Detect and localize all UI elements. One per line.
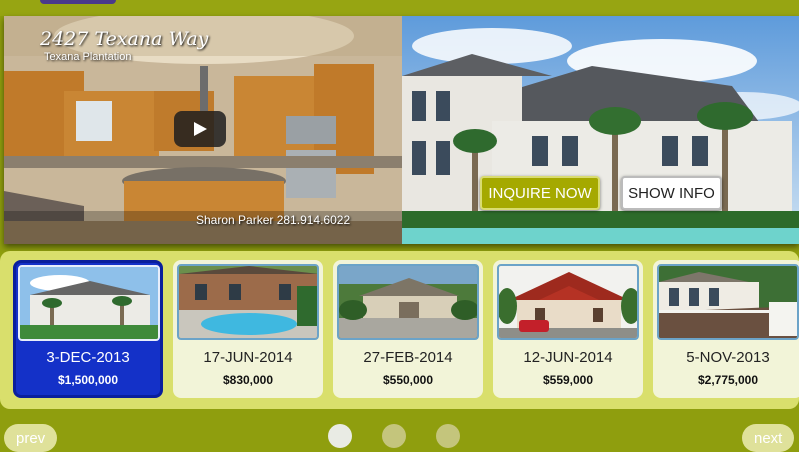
top-bar: [0, 0, 799, 16]
inquire-now-button[interactable]: INQUIRE NOW: [480, 176, 600, 210]
listing-date: 12-JUN-2014: [523, 349, 613, 366]
page-dot-2[interactable]: [382, 424, 406, 448]
listing-price: $559,000: [542, 373, 594, 387]
listing-price: $830,000: [222, 373, 274, 387]
house-exterior-image: [402, 16, 799, 244]
top-bar-tab: [40, 0, 116, 4]
page-dot-1[interactable]: [328, 424, 352, 448]
listing-price: $2,775,000: [697, 373, 759, 387]
hero-panel: 2427 Texana Way Texana Plantation Sharon…: [4, 16, 799, 244]
show-info-button[interactable]: SHOW INFO: [621, 176, 722, 210]
video-title: 2427 Texana Way: [40, 28, 209, 50]
listing-thumbnail: [18, 265, 160, 341]
listing-thumbnail: [177, 264, 319, 340]
listing-card[interactable]: 3-DEC-2013 $1,500,000: [13, 260, 163, 398]
listing-date: 5-NOV-2013: [686, 349, 770, 366]
listing-card[interactable]: 17-JUN-2014 $830,000: [173, 260, 323, 398]
listing-carousel: 3-DEC-2013 $1,500,000 17-JUN-2014 $830,0…: [0, 251, 799, 409]
listing-thumbnail: [337, 264, 479, 340]
prev-button[interactable]: prev: [4, 424, 58, 452]
video-player[interactable]: 2427 Texana Way Texana Plantation Sharon…: [4, 16, 402, 244]
listing-card[interactable]: 5-NOV-2013 $2,775,000: [653, 260, 799, 398]
next-button[interactable]: next: [742, 424, 795, 452]
listing-date: 3-DEC-2013: [46, 349, 130, 366]
listing-thumbnail: [497, 264, 639, 340]
page-dot-3[interactable]: [436, 424, 460, 448]
play-button[interactable]: [174, 111, 226, 147]
listing-card[interactable]: 27-FEB-2014 $550,000: [333, 260, 483, 398]
listing-price: $550,000: [382, 373, 434, 387]
pager-bar: prev next: [0, 418, 799, 452]
listing-date: 27-FEB-2014: [363, 349, 453, 366]
agent-contact: Sharon Parker 281.914.6022: [196, 213, 351, 227]
featured-house-photo: [402, 16, 799, 244]
listing-thumbnail: [657, 264, 799, 340]
play-icon: [194, 122, 207, 136]
listing-price: $1,500,000: [57, 373, 119, 387]
listing-date: 17-JUN-2014: [203, 349, 293, 366]
listing-card[interactable]: 12-JUN-2014 $559,000: [493, 260, 643, 398]
video-subtitle: Texana Plantation: [44, 51, 132, 63]
